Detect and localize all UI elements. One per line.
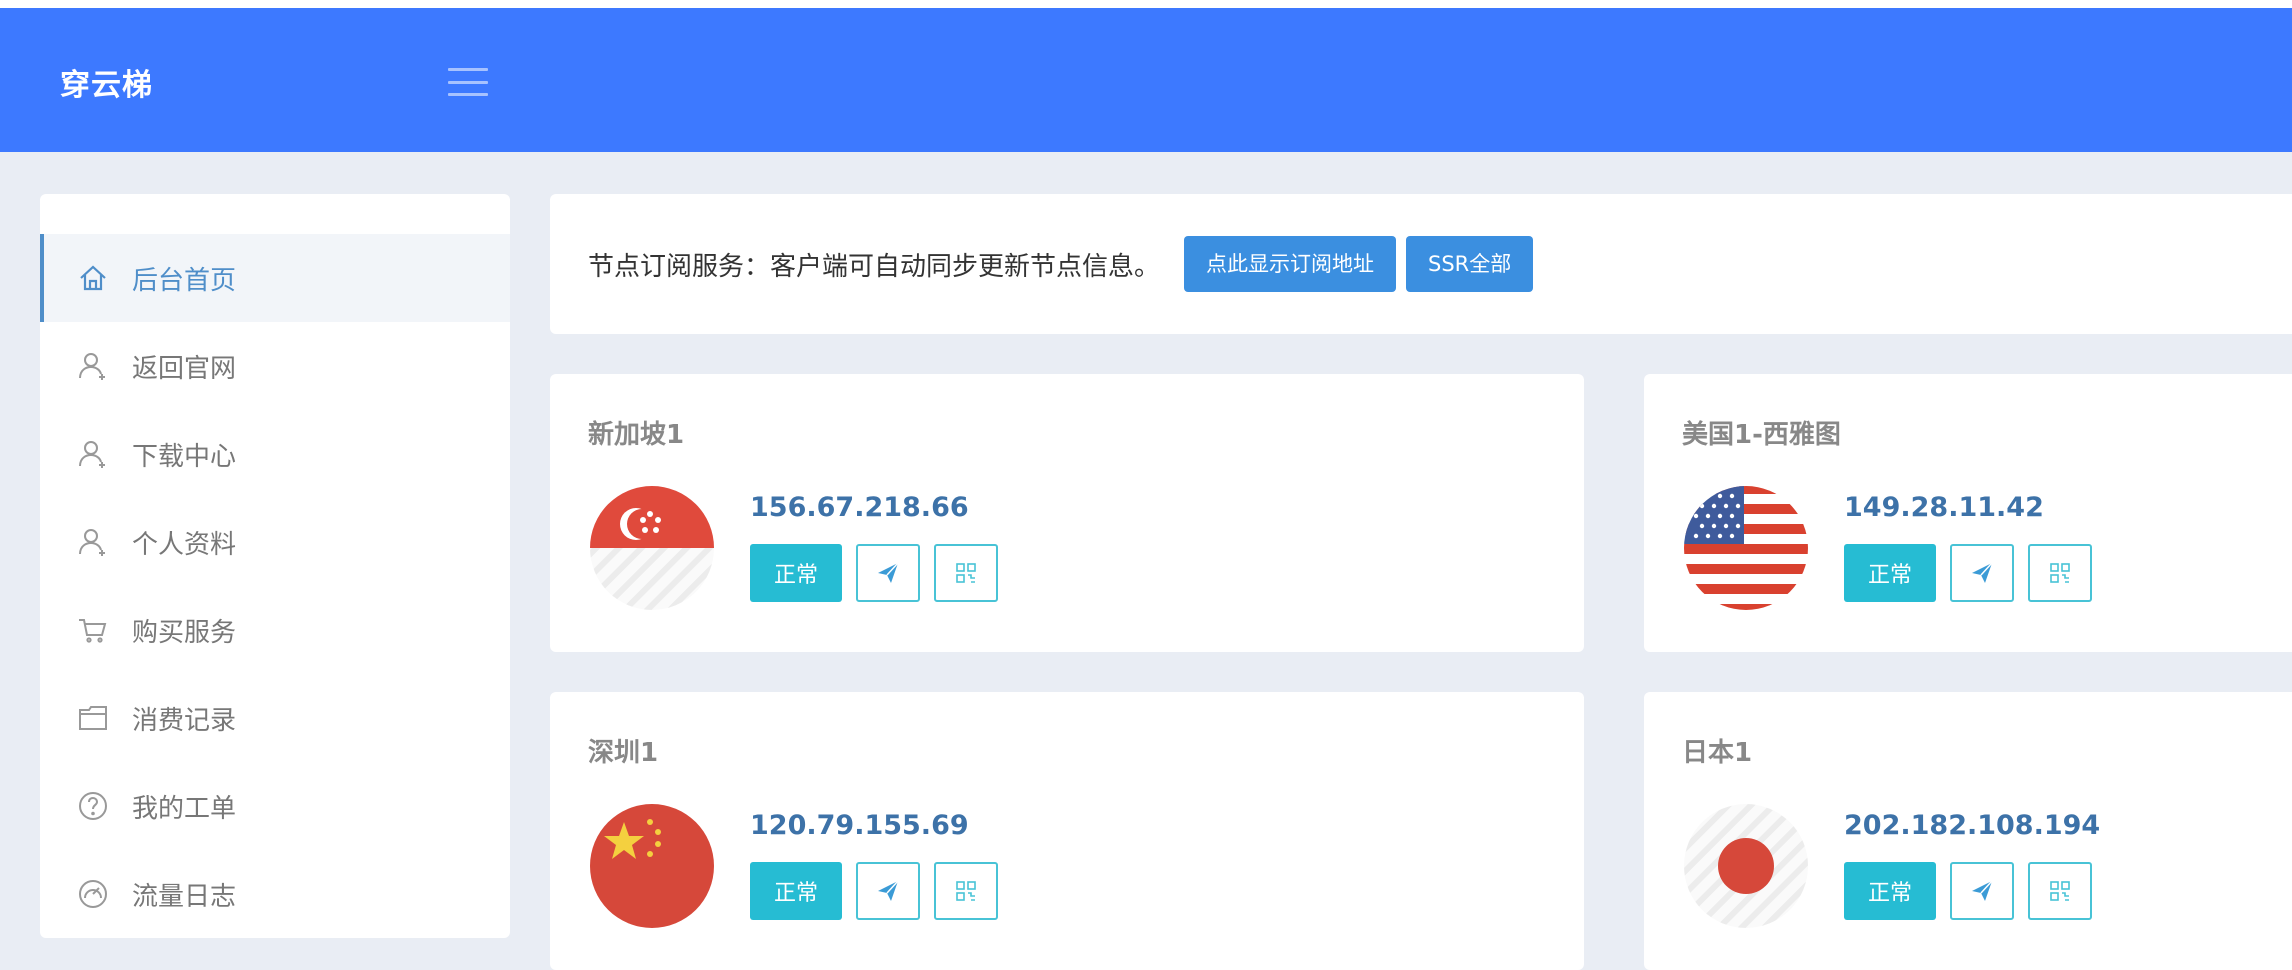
paper-plane-icon bbox=[878, 562, 899, 583]
qrcode-icon bbox=[2050, 563, 2070, 583]
china-flag-icon bbox=[590, 804, 714, 928]
folder-icon bbox=[76, 701, 110, 735]
sidebar-item-label: 返回官网 bbox=[132, 353, 237, 384]
gauge-icon bbox=[76, 877, 110, 911]
send-config-button[interactable] bbox=[856, 544, 920, 602]
send-config-button[interactable] bbox=[856, 862, 920, 920]
status-button[interactable]: 正常 bbox=[750, 544, 842, 602]
sidebar: 后台首页 返回官网 下载中心 个人资料 购买服务 消费记录 我的工单 流量日志 bbox=[40, 194, 510, 938]
qrcode-button[interactable] bbox=[934, 862, 998, 920]
brand-logo[interactable]: 穿云梯 bbox=[60, 60, 153, 104]
sidebar-item-official-site[interactable]: 返回官网 bbox=[40, 322, 510, 410]
node-ip: 149.28.11.42 bbox=[1844, 492, 2044, 523]
subscription-panel: 节点订阅服务：客户端可自动同步更新节点信息。 点此显示订阅地址 SSR全部 bbox=[550, 194, 2292, 334]
qrcode-icon bbox=[2050, 881, 2070, 901]
sidebar-item-profile[interactable]: 个人资料 bbox=[40, 498, 510, 586]
sidebar-item-label: 购买服务 bbox=[132, 617, 237, 648]
sidebar-item-dashboard[interactable]: 后台首页 bbox=[40, 234, 510, 322]
menu-toggle-icon[interactable] bbox=[448, 68, 488, 96]
ssr-all-button[interactable]: SSR全部 bbox=[1406, 236, 1534, 292]
home-icon bbox=[76, 261, 110, 295]
sidebar-item-purchase[interactable]: 购买服务 bbox=[40, 586, 510, 674]
sidebar-item-label: 消费记录 bbox=[132, 705, 237, 736]
node-card-usa: 美国1-西雅图 149.28.11.42 正常 bbox=[1644, 374, 2292, 652]
sidebar-item-tickets[interactable]: 我的工单 bbox=[40, 762, 510, 850]
usa-flag-icon bbox=[1684, 486, 1808, 610]
sidebar-item-billing[interactable]: 消费记录 bbox=[40, 674, 510, 762]
sidebar-item-traffic-log[interactable]: 流量日志 bbox=[40, 850, 510, 938]
singapore-flag-icon bbox=[590, 486, 714, 610]
status-button[interactable]: 正常 bbox=[1844, 862, 1936, 920]
sidebar-item-label: 后台首页 bbox=[132, 265, 237, 296]
sidebar-item-label: 个人资料 bbox=[132, 529, 237, 560]
user-icon bbox=[76, 437, 110, 471]
node-name: 美国1-西雅图 bbox=[1682, 420, 1841, 450]
qrcode-icon bbox=[956, 881, 976, 901]
cart-icon bbox=[76, 613, 110, 647]
status-button[interactable]: 正常 bbox=[1844, 544, 1936, 602]
paper-plane-icon bbox=[1972, 880, 1993, 901]
paper-plane-icon bbox=[1972, 562, 1993, 583]
help-icon bbox=[76, 789, 110, 823]
node-ip: 202.182.108.194 bbox=[1844, 810, 2101, 841]
node-card-singapore: 新加坡1 156.67.218.66 正常 bbox=[550, 374, 1584, 652]
sidebar-item-label: 我的工单 bbox=[132, 793, 237, 824]
send-config-button[interactable] bbox=[1950, 544, 2014, 602]
qrcode-button[interactable] bbox=[2028, 862, 2092, 920]
qrcode-button[interactable] bbox=[2028, 544, 2092, 602]
status-button[interactable]: 正常 bbox=[750, 862, 842, 920]
sidebar-item-download[interactable]: 下载中心 bbox=[40, 410, 510, 498]
node-name: 新加坡1 bbox=[588, 420, 685, 450]
show-subscription-button[interactable]: 点此显示订阅地址 bbox=[1184, 236, 1397, 292]
node-ip: 120.79.155.69 bbox=[750, 810, 969, 841]
sidebar-item-label: 流量日志 bbox=[132, 881, 237, 912]
user-icon bbox=[76, 525, 110, 559]
qrcode-button[interactable] bbox=[934, 544, 998, 602]
node-name: 深圳1 bbox=[588, 738, 659, 768]
sidebar-item-label: 下载中心 bbox=[132, 441, 237, 472]
user-icon bbox=[76, 349, 110, 383]
qrcode-icon bbox=[956, 563, 976, 583]
node-ip: 156.67.218.66 bbox=[750, 492, 969, 523]
top-header: 穿云梯 bbox=[0, 8, 2292, 152]
node-card-japan: 日本1 202.182.108.194 正常 bbox=[1644, 692, 2292, 970]
top-strip bbox=[0, 0, 2292, 8]
node-name: 日本1 bbox=[1682, 738, 1753, 768]
japan-flag-icon bbox=[1684, 804, 1808, 928]
node-card-shenzhen: 深圳1 120.79.155.69 正常 bbox=[550, 692, 1584, 970]
subscription-text: 节点订阅服务：客户端可自动同步更新节点信息。 bbox=[588, 251, 1161, 282]
paper-plane-icon bbox=[878, 880, 899, 901]
send-config-button[interactable] bbox=[1950, 862, 2014, 920]
